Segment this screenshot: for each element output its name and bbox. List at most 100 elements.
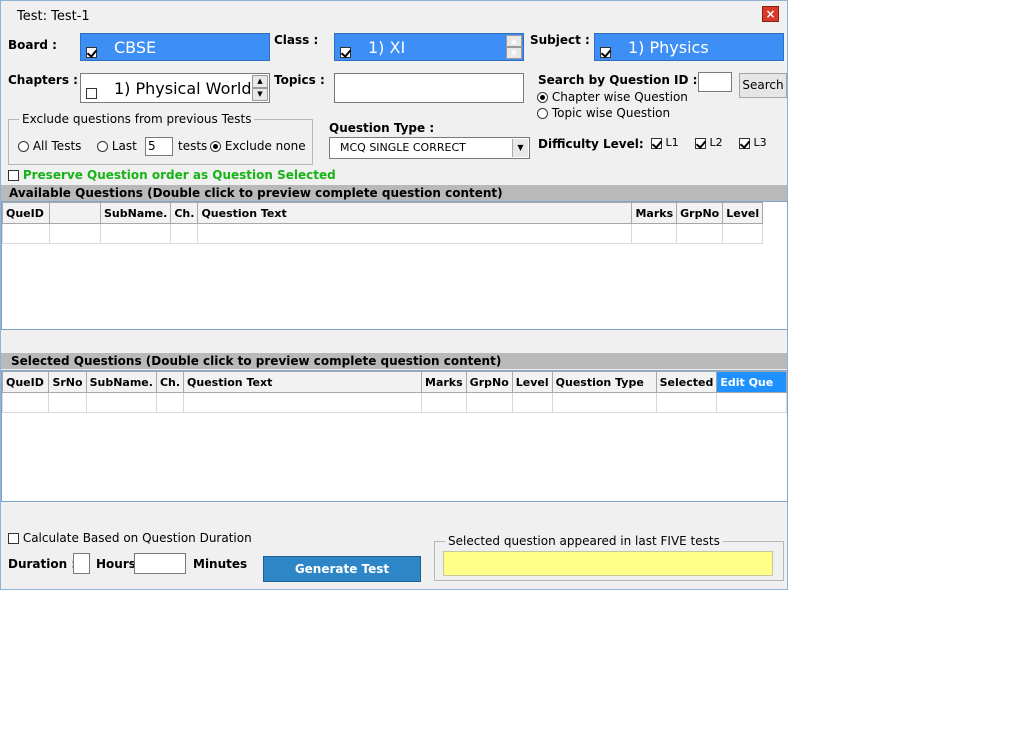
preserve-order-option[interactable]: Preserve Question order as Question Sele… — [8, 168, 336, 182]
class-spin-down-icon[interactable]: ▼ — [506, 47, 522, 59]
column-header[interactable]: Selected — [655, 371, 718, 393]
last-option[interactable]: Last — [97, 139, 137, 153]
chapters-select[interactable]: 1) Physical World ▲ ▼ — [80, 73, 270, 103]
column-header[interactable]: GrpNo — [465, 371, 513, 393]
subject-checkbox[interactable] — [600, 47, 611, 58]
minutes-input[interactable] — [134, 553, 186, 574]
class-select[interactable]: 1) XI ▲ ▼ — [334, 33, 524, 61]
last-count-input[interactable]: 5 — [145, 137, 173, 156]
l2-checkbox[interactable] — [695, 137, 706, 149]
column-header[interactable]: Question Text — [183, 371, 422, 393]
column-header-edit-que[interactable]: Edit Que — [716, 371, 787, 393]
column-header[interactable]: SubName. — [99, 202, 172, 224]
board-label: Board : — [8, 38, 57, 52]
column-header[interactable]: Level — [511, 371, 553, 393]
exclude-group: Exclude questions from previous Tests Al… — [8, 112, 313, 165]
exclude-none-label: Exclude none — [224, 139, 306, 153]
all-tests-option[interactable]: All Tests — [18, 139, 81, 153]
all-tests-radio[interactable] — [18, 141, 29, 152]
column-header[interactable]: Marks — [421, 371, 467, 393]
column-header[interactable]: Ch. — [155, 371, 185, 393]
close-icon[interactable]: × — [762, 6, 779, 22]
subject-select[interactable]: 1) Physics — [594, 33, 784, 61]
selected-questions-table: QueID SrNo SubName. Ch. Question Text Ma… — [1, 371, 787, 413]
window-title: Test: Test-1 — [17, 9, 90, 24]
column-header[interactable]: Question Type — [551, 371, 657, 393]
l2-label: L2 — [709, 136, 723, 149]
calc-duration-checkbox[interactable] — [8, 533, 19, 544]
column-header[interactable]: QueID — [1, 371, 50, 393]
class-value: 1) XI — [368, 38, 406, 57]
calc-duration-option[interactable]: Calculate Based on Question Duration — [8, 531, 252, 545]
exclude-legend: Exclude questions from previous Tests — [19, 112, 255, 126]
question-type-value: MCQ SINGLE CORRECT — [340, 141, 466, 154]
column-header[interactable]: Level — [722, 202, 764, 224]
calc-duration-label: Calculate Based on Question Duration — [22, 531, 252, 545]
chapters-value: 1) Physical World — [114, 79, 252, 98]
topics-label: Topics : — [274, 73, 325, 87]
board-value: CBSE — [114, 38, 157, 57]
selected-questions-header: Selected Questions (Double click to prev… — [1, 353, 787, 369]
generate-test-button[interactable]: Generate Test — [263, 556, 421, 582]
available-questions-header: Available Questions (Double click to pre… — [1, 185, 787, 201]
chapter-wise-option[interactable]: Chapter wise Question — [537, 90, 688, 104]
l1-checkbox[interactable] — [651, 137, 662, 149]
column-header[interactable]: Marks — [631, 202, 678, 224]
appeared-legend: Selected question appeared in last FIVE … — [445, 534, 723, 548]
question-type-select[interactable]: MCQ SINGLE CORRECT ▼ — [329, 137, 530, 159]
dropdown-arrow-icon[interactable]: ▼ — [512, 139, 528, 157]
topic-wise-radio[interactable] — [537, 108, 548, 119]
chapters-label: Chapters : — [8, 73, 78, 87]
column-header[interactable]: Question Text — [197, 202, 633, 224]
class-checkbox[interactable] — [340, 47, 351, 58]
column-header[interactable]: SrNo — [48, 371, 87, 393]
difficulty-l1[interactable]: L1 — [651, 136, 679, 149]
table-row[interactable] — [2, 223, 764, 244]
last-radio[interactable] — [97, 141, 108, 152]
column-header[interactable] — [49, 202, 101, 224]
l3-checkbox[interactable] — [739, 137, 750, 149]
minutes-label: Minutes — [193, 557, 248, 571]
class-spin-up-icon[interactable]: ▲ — [506, 35, 522, 47]
duration-label: Duration : — [8, 557, 77, 571]
preserve-order-checkbox[interactable] — [8, 170, 19, 181]
chapters-spin-up-icon[interactable]: ▲ — [252, 75, 268, 88]
table-header-row: QueID SrNo SubName. Ch. Question Text Ma… — [1, 371, 787, 393]
difficulty-l2[interactable]: L2 — [695, 136, 723, 149]
topic-wise-label: Topic wise Question — [551, 106, 671, 120]
search-button[interactable]: Search — [739, 73, 787, 98]
preserve-order-label: Preserve Question order as Question Sele… — [22, 168, 336, 182]
difficulty-label: Difficulty Level: — [538, 137, 644, 151]
question-type-label: Question Type : — [329, 121, 435, 135]
hours-input[interactable] — [73, 553, 90, 574]
table-row[interactable] — [1, 392, 787, 413]
subject-value: 1) Physics — [628, 38, 709, 57]
search-id-input[interactable] — [698, 72, 732, 92]
available-questions-grid[interactable]: QueID SubName. Ch. Question Text Marks G… — [1, 201, 788, 330]
class-label: Class : — [274, 33, 319, 47]
all-tests-label: All Tests — [32, 139, 82, 153]
column-header[interactable]: SubName. — [85, 371, 157, 393]
chapters-spin-down-icon[interactable]: ▼ — [252, 88, 268, 101]
board-select[interactable]: CBSE — [80, 33, 270, 61]
chapter-wise-radio[interactable] — [537, 92, 548, 103]
tests-label: tests — [178, 139, 208, 153]
l1-label: L1 — [665, 136, 679, 149]
exclude-none-option[interactable]: Exclude none — [210, 139, 306, 153]
table-header-row: QueID SubName. Ch. Question Text Marks G… — [2, 202, 764, 224]
chapters-checkbox[interactable] — [86, 88, 97, 99]
column-header[interactable]: QueID — [2, 202, 50, 224]
topic-wise-option[interactable]: Topic wise Question — [537, 106, 670, 120]
exclude-none-radio[interactable] — [210, 141, 221, 152]
appeared-value-box — [443, 551, 773, 576]
selected-questions-grid[interactable]: QueID SrNo SubName. Ch. Question Text Ma… — [1, 370, 788, 502]
test-dialog-window: Test: Test-1 × Board : CBSE Class : 1) X… — [0, 0, 788, 590]
appeared-group: Selected question appeared in last FIVE … — [434, 534, 784, 581]
column-header[interactable]: GrpNo — [676, 202, 724, 224]
difficulty-l3[interactable]: L3 — [739, 136, 767, 149]
available-questions-table: QueID SubName. Ch. Question Text Marks G… — [2, 202, 764, 244]
board-checkbox[interactable] — [86, 47, 97, 58]
subject-label: Subject : — [530, 33, 590, 47]
topics-input[interactable] — [334, 73, 524, 103]
column-header[interactable]: Ch. — [170, 202, 199, 224]
